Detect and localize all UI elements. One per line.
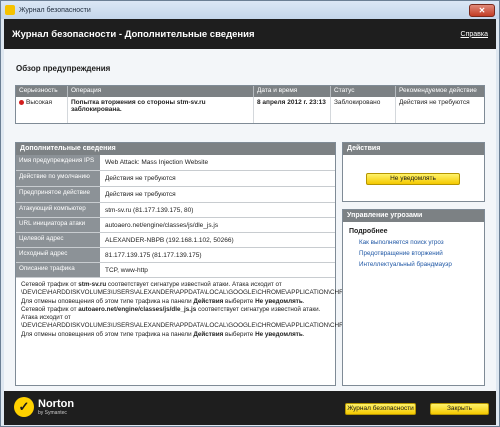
help-link[interactable]: Справка [461, 31, 488, 38]
detail-value: Web Attack: Mass Injection Website [105, 159, 209, 166]
desc-text: выберите [223, 297, 256, 305]
datetime-cell: 8 апреля 2012 г. 23:13 [254, 97, 331, 123]
actions-title: Действия [343, 143, 484, 155]
detail-value: TCP, www-http [105, 266, 148, 274]
detail-label: Имя предупреждения IPS [16, 155, 100, 170]
detail-row-alert-name: Имя предупреждения IPS Web Attack: Mass … [16, 155, 335, 171]
details-panel: Дополнительные сведения Имя предупрежден… [15, 142, 374, 386]
desc-bold: Не уведомлять [255, 297, 303, 305]
norton-wordmark: Norton by Symantec [38, 397, 75, 416]
detail-row-traffic: Описание трафика TCP, www-http [16, 263, 335, 278]
detail-row-attack-url: URL инициатора атаки autoaero.net/engine… [16, 218, 335, 233]
col-recommended-action: Рекомендуемое действие [399, 87, 477, 94]
detail-label: Описание трафика [16, 263, 100, 277]
alert-table: Серьезность Операция Дата и время Статус… [15, 85, 485, 124]
detail-row-attacker: Атакующий компьютер stm-sv.ru (81.177.13… [16, 203, 335, 218]
detail-row-default-action: Действие по умолчанию Действия не требую… [16, 171, 335, 187]
operation-cell: Попытка вторжения со стороны stm-sv.ru з… [68, 97, 254, 123]
table-row[interactable]: Высокая Попытка вторжения со стороны stm… [16, 97, 484, 123]
desc-text: Сетевой трафик от [21, 281, 79, 288]
detail-value: Действия не требуются [105, 175, 176, 182]
desc-bold: autoaero.net/engine/classes/js/dle_js.js [78, 305, 197, 313]
close-button[interactable]: Закрыть [430, 403, 489, 415]
footer-bar: ✓ Norton by Symantec Журнал безопасности… [4, 391, 496, 425]
col-severity: Серьезность [16, 86, 68, 97]
threats-title: Управление угрозами [343, 210, 484, 222]
attack-description: Сетевой трафик от stm-sv.ru соответствуе… [16, 278, 374, 342]
brand-name: Norton [38, 397, 75, 410]
detail-label: Целевой адрес [16, 233, 100, 247]
do-not-notify-button[interactable]: Не уведомлять [366, 173, 460, 185]
window-title: Журнал безопасности [19, 6, 91, 14]
desc-text: . [302, 330, 305, 338]
desc-bold: Действия [193, 297, 224, 305]
norton-check-icon: ✓ [14, 397, 34, 417]
title-bar: Журнал безопасности ✕ [1, 1, 499, 19]
detail-label: Предпринятое действие [16, 187, 100, 202]
recommended-action-cell: Действия не требуются [399, 99, 470, 106]
col-operation: Операция [68, 86, 254, 97]
detail-value: stm-sv.ru (81.177.139.175, 80) [105, 206, 194, 214]
overview-title: Обзор предупреждения [16, 64, 111, 73]
col-datetime: Дата и время [254, 86, 331, 97]
detail-value: 81.177.139.175 (81.177.139.175) [105, 251, 202, 259]
detail-value: Действия не требуются [105, 191, 176, 198]
details-title: Дополнительные сведения [16, 143, 335, 155]
severity-cell: Высокая [16, 97, 68, 123]
page-header: Журнал безопасности - Дополнительные све… [4, 19, 496, 49]
detail-label: URL инициатора атаки [16, 218, 100, 232]
status-cell: Заблокировано [331, 97, 396, 123]
window-close-button[interactable]: ✕ [469, 3, 495, 17]
threat-link-firewall[interactable]: Интеллектуальный брандмауэр [343, 259, 484, 270]
threat-management-panel: Управление угрозами Подробнее Как выполн… [342, 209, 485, 386]
norton-app-icon [5, 5, 15, 15]
alert-table-header: Серьезность Операция Дата и время Статус… [16, 86, 484, 97]
detail-label: Исходный адрес [16, 248, 100, 262]
norton-logo: ✓ Norton by Symantec [14, 397, 74, 417]
detail-value: autoaero.net/engine/classes/js/dle_js.js [105, 221, 219, 229]
security-log-button[interactable]: Журнал безопасности [345, 403, 416, 415]
threat-link-intrusion[interactable]: Предотвращение вторжений [343, 248, 484, 259]
threats-subtitle: Подробнее [349, 228, 388, 235]
main-content: Обзор предупреждения Серьезность Операци… [4, 49, 496, 391]
detail-label: Атакующий компьютер [16, 203, 100, 217]
brand-by: by Symantec [38, 409, 67, 416]
detail-label: Действие по умолчанию [16, 171, 100, 186]
detail-row-taken-action: Предпринятое действие Действия не требую… [16, 187, 335, 203]
detail-value: ALEXANDER-NBPB (192.168.1.102, 50266) [105, 236, 234, 244]
desc-bold: Действия [193, 330, 224, 338]
page-title: Журнал безопасности - Дополнительные све… [12, 28, 255, 40]
detail-row-target: Целевой адрес ALEXANDER-NBPB (192.168.1.… [16, 233, 335, 248]
desc-text: выберите [223, 330, 256, 338]
desc-bold: stm-sv.ru [78, 281, 107, 288]
severity-high-icon [19, 99, 24, 105]
security-log-window: Журнал безопасности ✕ Журнал безопасност… [0, 0, 500, 427]
detail-row-source: Исходный адрес 81.177.139.175 (81.177.13… [16, 248, 335, 263]
severity-label: Высокая [26, 99, 53, 106]
desc-bold: Не уведомлять [255, 330, 303, 338]
actions-panel: Действия Не уведомлять [342, 142, 485, 202]
col-status: Статус [331, 86, 396, 97]
threat-link-scan[interactable]: Как выполняется поиск угроз [343, 237, 484, 248]
